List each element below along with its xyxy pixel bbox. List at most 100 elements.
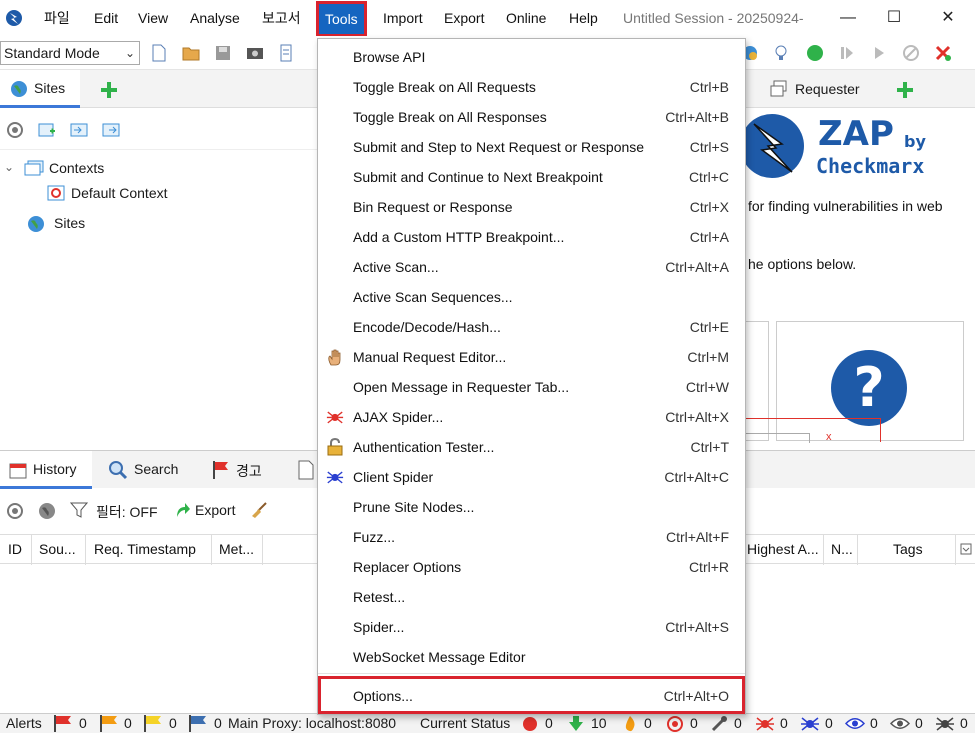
col-highest-alert[interactable]: Highest A... <box>747 541 819 557</box>
status-count: 0 <box>734 715 742 731</box>
mode-select[interactable]: Standard Mode ⌄ <box>0 41 140 65</box>
new-session-icon[interactable] <box>150 44 168 62</box>
tab-sites[interactable]: Sites <box>0 70 80 108</box>
menu-edit[interactable]: Edit <box>94 0 118 36</box>
url-field[interactable] <box>744 433 810 443</box>
menu-item-authentication-tester[interactable]: Authentication Tester... Ctrl+T <box>318 432 745 462</box>
session-properties-icon[interactable] <box>278 44 296 62</box>
drop-icon[interactable] <box>902 44 920 62</box>
export-button[interactable]: Export <box>195 502 235 518</box>
menu-item-replacer-options[interactable]: Replacer Options Ctrl+R <box>318 552 745 582</box>
url-clear-icon[interactable]: x <box>826 431 832 443</box>
broom-icon[interactable] <box>250 501 268 519</box>
col-method[interactable]: Met... <box>219 541 254 557</box>
globe-icon <box>11 81 27 97</box>
tab-history[interactable]: History <box>0 451 92 489</box>
breakpoint-delete-icon[interactable] <box>934 44 952 62</box>
menu-export[interactable]: Export <box>444 0 484 36</box>
col-tags[interactable]: Tags <box>893 541 923 557</box>
menu-item-shortcut: Ctrl+T <box>690 439 730 455</box>
target-icon[interactable] <box>6 121 24 139</box>
column-chooser-icon[interactable] <box>960 543 972 555</box>
menu-item-fuzz[interactable]: Fuzz... Ctrl+Alt+F <box>318 522 745 552</box>
step-icon[interactable] <box>838 44 856 62</box>
menu-item-encode-decode[interactable]: Encode/Decode/Hash... Ctrl+E <box>318 312 745 342</box>
menu-item-toggle-break-responses[interactable]: Toggle Break on All Responses Ctrl+Alt+B <box>318 102 745 132</box>
menu-item-websocket-editor[interactable]: WebSocket Message Editor <box>318 642 745 672</box>
continue-icon[interactable] <box>870 44 888 62</box>
add-tab-icon[interactable] <box>896 81 914 99</box>
col-divider[interactable] <box>31 535 32 565</box>
add-tab-icon[interactable] <box>100 81 118 99</box>
menu-bar: 파일 Edit View Analyse 보고서 Tools Import Ex… <box>0 0 975 37</box>
menu-item-open-in-requester[interactable]: Open Message in Requester Tab... Ctrl+W <box>318 372 745 402</box>
close-button[interactable]: ✕ <box>938 8 958 28</box>
open-session-icon[interactable] <box>182 44 200 62</box>
proxy-traffic-icon <box>569 716 583 731</box>
col-divider[interactable] <box>955 535 956 565</box>
menu-item-label: Add a Custom HTTP Breakpoint... <box>353 229 565 245</box>
status-count: 0 <box>915 715 923 731</box>
menu-item-toggle-break-requests[interactable]: Toggle Break on All Requests Ctrl+B <box>318 72 745 102</box>
menu-item-label: Retest... <box>353 589 406 605</box>
tree-sites[interactable]: Sites <box>54 215 85 231</box>
menu-file[interactable]: 파일 <box>44 0 70 36</box>
import-context-icon[interactable] <box>70 121 88 139</box>
menu-item-retest[interactable]: Retest... <box>318 582 745 612</box>
help-icon: ? <box>831 350 907 426</box>
menu-report[interactable]: 보고서 <box>262 0 301 36</box>
save-session-icon[interactable] <box>214 44 232 62</box>
tab-alerts[interactable]: 경고 <box>236 461 262 481</box>
menu-item-custom-breakpoint[interactable]: Add a Custom HTTP Breakpoint... Ctrl+A <box>318 222 745 252</box>
col-divider[interactable] <box>211 535 212 565</box>
menu-item-ajax-spider[interactable]: AJAX Spider... Ctrl+Alt+X <box>318 402 745 432</box>
menu-item-client-spider[interactable]: Client Spider Ctrl+Alt+C <box>318 462 745 492</box>
target-icon[interactable] <box>6 502 24 520</box>
menu-import[interactable]: Import <box>383 0 423 36</box>
export-arrow-icon[interactable] <box>173 501 191 519</box>
tree-contexts[interactable]: Contexts <box>49 160 104 176</box>
menu-item-submit-continue[interactable]: Submit and Continue to Next Breakpoint Ct… <box>318 162 745 192</box>
minimize-button[interactable]: — <box>838 8 858 28</box>
col-source[interactable]: Sou... <box>39 541 76 557</box>
tree-default-context[interactable]: Default Context <box>71 185 168 201</box>
globe-filter-icon[interactable] <box>38 502 56 520</box>
col-divider[interactable] <box>857 535 858 565</box>
menu-online[interactable]: Online <box>506 0 546 36</box>
new-context-icon[interactable] <box>38 121 56 139</box>
break-on-icon[interactable] <box>806 44 824 62</box>
filter-toggle[interactable]: 필터: OFF <box>96 502 158 522</box>
maximize-button[interactable]: ☐ <box>884 8 904 28</box>
tab-search[interactable]: Search <box>134 461 178 477</box>
menu-view[interactable]: View <box>138 0 168 36</box>
menu-item-bin-request[interactable]: Bin Request or Response Ctrl+X <box>318 192 745 222</box>
export-context-icon[interactable] <box>102 121 120 139</box>
menu-item-shortcut: Ctrl+S <box>689 139 729 155</box>
menu-item-options[interactable]: Options... Ctrl+Alt+O <box>318 676 745 714</box>
tab-requester[interactable]: Requester <box>795 81 860 97</box>
col-divider[interactable] <box>823 535 824 565</box>
chevron-down-icon[interactable]: ⌄ <box>4 160 14 174</box>
col-divider[interactable] <box>262 535 263 565</box>
window-title: Untitled Session - 20250924- <box>623 10 804 26</box>
col-id[interactable]: ID <box>8 541 22 557</box>
lightbulb-icon[interactable] <box>772 44 790 62</box>
menu-item-active-scan[interactable]: Active Scan... Ctrl+Alt+A <box>318 252 745 282</box>
filter-icon[interactable] <box>70 501 88 519</box>
menu-item-submit-step[interactable]: Submit and Step to Next Request or Respo… <box>318 132 745 162</box>
alert-flag-icon <box>213 461 228 479</box>
menu-item-prune-site-nodes[interactable]: Prune Site Nodes... <box>318 492 745 522</box>
medium-alert-count: 0 <box>124 715 132 731</box>
menu-item-browse-api[interactable]: Browse API <box>318 42 745 72</box>
snapshot-icon[interactable] <box>246 44 264 62</box>
menu-item-active-scan-sequences[interactable]: Active Scan Sequences... <box>318 282 745 312</box>
menu-tools[interactable]: Tools <box>316 1 367 37</box>
menu-item-spider[interactable]: Spider... Ctrl+Alt+S <box>318 612 745 642</box>
col-req-timestamp[interactable]: Req. Timestamp <box>94 541 196 557</box>
menu-analyse[interactable]: Analyse <box>190 0 240 36</box>
menu-item-manual-request-editor[interactable]: Manual Request Editor... Ctrl+M <box>318 342 745 372</box>
col-divider[interactable] <box>85 535 86 565</box>
output-tab-icon[interactable] <box>298 460 314 480</box>
col-notes[interactable]: N... <box>831 541 853 557</box>
menu-help[interactable]: Help <box>569 0 598 36</box>
